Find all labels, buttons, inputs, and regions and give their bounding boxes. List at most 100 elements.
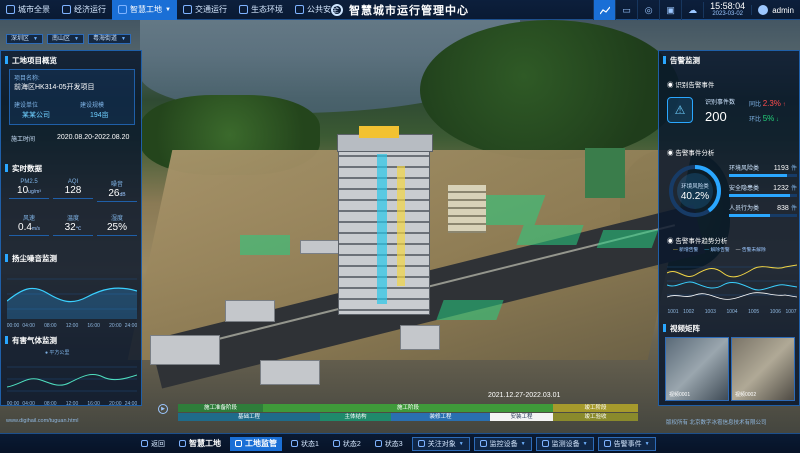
section-title-gas: 有害气体监测 <box>1 333 57 347</box>
x-tick-label: 04:00 <box>22 401 35 407</box>
layer-dropdowns: 关注对象 ▼ 监控设备 ▼ 监测设备 ▼ 告警事件 ▼ <box>411 436 660 451</box>
state-button[interactable]: 状态3 <box>370 437 408 451</box>
identify-count: 200 <box>705 109 727 124</box>
user-name: admin <box>772 5 794 15</box>
alarm-type-bar <box>729 174 787 177</box>
site-shed[interactable] <box>400 325 440 350</box>
alarm-type-bar <box>729 194 791 197</box>
site-shed[interactable] <box>225 300 275 322</box>
nav-item[interactable]: 经济运行 <box>56 0 112 20</box>
state-icon <box>332 440 340 447</box>
legend-item[interactable]: — 告警未解除 <box>736 246 766 253</box>
site-shed[interactable] <box>260 360 320 385</box>
state-button[interactable]: 状态1 <box>286 437 324 451</box>
trend-line-unresolved <box>667 292 797 300</box>
monitor-button[interactable]: 工地监管 <box>230 436 282 451</box>
back-button[interactable]: 返回 <box>136 437 170 451</box>
nav-item[interactable]: 城市全景 <box>0 0 56 20</box>
bottom-toolbar: 返回 智慧工地 工地监管 状态1 状态2 状态3 关注对象 ▼ 监控设备 ▼ 监测设备 ▼ 告警… <box>0 433 800 453</box>
x-tick-label: 1003 <box>705 309 716 315</box>
video-feed-1[interactable]: 视频0001 <box>665 337 729 401</box>
alarm-type-bar-track <box>729 174 797 177</box>
legend-item[interactable]: — 新增告警 <box>673 246 698 253</box>
stage-prep[interactable]: 施工准备阶段 <box>178 404 263 412</box>
nav-item-label: 城市全景 <box>18 5 50 14</box>
alarm-type-label: 环境风险类 <box>729 166 760 172</box>
dropdown-label: 关注对象 <box>427 440 456 448</box>
building-icon <box>179 440 186 447</box>
video-feed-2[interactable]: 视频0002 <box>731 337 795 401</box>
metric-label: 温度 <box>66 216 79 222</box>
section-title-realtime: 实时数据 <box>1 161 42 175</box>
identify-count-label: 识别事件数 <box>705 100 736 106</box>
dashboard-chart-icon[interactable] <box>593 0 616 20</box>
video-label: 视频0002 <box>735 392 757 398</box>
stage-foundation[interactable]: 基础工程 <box>178 413 320 421</box>
trend-legend: — 新增告警 — 解除告警 — 告警未解除 <box>673 246 766 253</box>
state-label: 状态1 <box>301 440 319 448</box>
weather-icon[interactable]: ☁ <box>681 0 703 20</box>
dropdown-label: 监控设备 <box>489 440 518 448</box>
section-title-text: 告警监测 <box>670 55 700 65</box>
stage-installation[interactable]: 安装工程 <box>490 413 553 421</box>
chevron-down-icon: ▼ <box>73 36 79 42</box>
clock-date: 2023-03-02 <box>712 11 744 17</box>
nav-item-label: 智慧工地 <box>130 5 162 14</box>
subdistrict-select[interactable]: 南山区 ▼ <box>46 34 84 44</box>
layer-icon <box>479 440 487 447</box>
nav-item[interactable]: 智慧工地 ▼ <box>112 0 177 20</box>
clock: 15:58:04 2023-03-02 <box>703 2 751 18</box>
globe-icon <box>6 5 15 14</box>
type-subtitle: ◉ 告警事件分析 <box>667 150 715 157</box>
layer-dropdown[interactable]: 告警事件 ▼ <box>597 436 656 451</box>
alarm-type-value: 1232 <box>773 185 789 192</box>
title-marker <box>5 56 8 64</box>
district-select[interactable]: 深圳区 ▼ <box>6 34 43 44</box>
layer-dropdown[interactable]: 关注对象 ▼ <box>411 436 470 451</box>
alarm-type-row[interactable]: 安全隐患类 1232 件 <box>729 183 797 197</box>
building-model[interactable] <box>448 185 486 233</box>
stage-construction[interactable]: 施工阶段 <box>263 404 553 412</box>
scale-value: 194亩 <box>90 112 109 119</box>
x-axis-ticks: 00:00 04:00 08:00 12:00 16:00 20:00 24:00 <box>7 323 137 329</box>
legend-item[interactable]: — 解除告警 <box>704 246 729 253</box>
chain-period-value: 5% <box>762 114 775 123</box>
same-period-value: 2.3% <box>762 99 781 108</box>
site-button[interactable]: 智慧工地 <box>174 437 226 451</box>
alarm-type-row[interactable]: 环境风险类 1193 件 <box>729 163 797 177</box>
user-menu[interactable]: admin <box>751 5 800 15</box>
top-navigation-bar: 城市全景 经济运行 智慧工地 ▼ 交通运行 生态环境 公共安全 智慧城市运行管理中心 ▭ ◎… <box>0 0 800 20</box>
stage-decoration[interactable]: 装修工程 <box>391 413 490 421</box>
stage-structure[interactable]: 主体结构 <box>320 413 391 421</box>
same-period-label: 同比 <box>749 102 762 108</box>
globe-icon[interactable]: ◎ <box>637 0 659 20</box>
x-tick-label: 16:00 <box>87 323 100 329</box>
main-tower-model[interactable] <box>337 126 433 315</box>
x-tick-label: 24:00 <box>125 401 137 407</box>
metric-card: AQI 128 <box>53 179 93 199</box>
monitor-icon[interactable]: ▭ <box>615 0 637 20</box>
construction-timeline[interactable]: 2021.12.27-2022.03.01 施工准备阶段 施工阶段 竣工阶段 基… <box>178 392 638 422</box>
image-icon[interactable]: ▣ <box>659 0 681 20</box>
nav-item[interactable]: 生态环境 <box>233 0 289 20</box>
site-label: 智慧工地 <box>189 439 221 448</box>
layer-dropdown[interactable]: 监测设备 ▼ <box>535 436 594 451</box>
alarm-type-row[interactable]: 人员行为类 838 件 <box>729 203 797 217</box>
state-button[interactable]: 状态2 <box>328 437 366 451</box>
stage-completion[interactable]: 竣工阶段 <box>553 404 638 412</box>
metric-card: 湿度 25% <box>97 213 137 236</box>
chevron-down-icon: ▼ <box>120 36 126 42</box>
building-model[interactable] <box>585 148 625 198</box>
play-icon[interactable]: ▶ <box>158 404 168 414</box>
area-select[interactable]: 粤海街道 ▼ <box>87 34 131 44</box>
layer-icon <box>603 440 611 447</box>
stage-acceptance[interactable]: 竣工验收 <box>553 413 638 421</box>
legend-swatch: — <box>673 248 678 253</box>
metric-value: 0.4 <box>18 222 32 233</box>
site-shed[interactable] <box>150 335 220 365</box>
alarm-type-unit: 件 <box>790 206 797 212</box>
nav-item[interactable]: 交通运行 <box>177 0 233 20</box>
harmful-gas-chart: 00:00 04:00 08:00 12:00 16:00 20:00 24:00 <box>7 366 137 407</box>
site-shed[interactable] <box>300 240 340 254</box>
layer-dropdown[interactable]: 监控设备 ▼ <box>473 436 532 451</box>
